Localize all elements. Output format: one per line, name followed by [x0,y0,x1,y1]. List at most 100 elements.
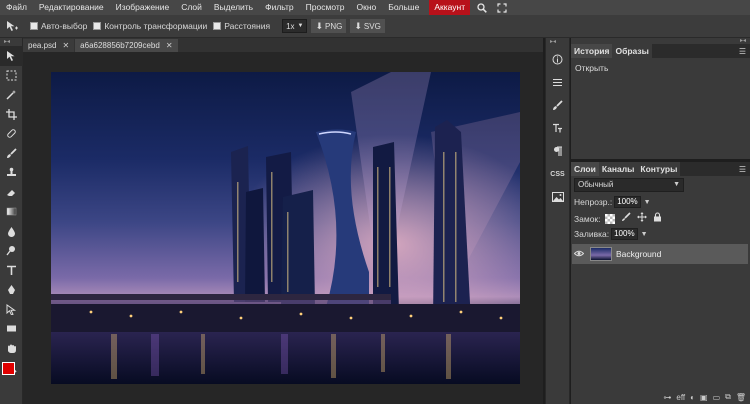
close-icon[interactable]: ✕ [62,41,69,50]
export-png-label: PNG [325,21,343,31]
paragraph-icon[interactable] [546,141,569,161]
tab-label: pea.psd [28,41,57,50]
close-icon[interactable]: ✕ [166,41,173,50]
tab-pea-psd[interactable]: pea.psd ✕ [23,39,75,52]
menu-select[interactable]: Выделить [208,0,259,15]
healing-brush-icon[interactable] [0,124,23,144]
tab-layers[interactable]: Слои [571,162,599,176]
adjustment-layer-icon[interactable]: ◐ [690,393,695,402]
path-select-icon[interactable] [0,300,23,320]
auto-select-checkbox[interactable] [30,22,38,30]
document-tabs: pea.psd ✕ a6a628856b7209cebd ✕ [23,38,543,52]
collapse-toggle[interactable]: ▸◂ [546,38,569,46]
fill-input[interactable]: 100% [611,228,638,240]
auto-select-option[interactable]: Авто-выбор [30,21,87,31]
blend-mode-select[interactable]: Обычный ▼ [574,178,684,192]
crop-tool-icon[interactable] [0,105,23,125]
history-item-open[interactable]: Открыть [571,58,750,78]
delete-layer-icon[interactable]: 🗑 [736,393,746,402]
lock-position-icon[interactable] [636,212,647,225]
menu-filter[interactable]: Фильтр [259,0,300,15]
account-button[interactable]: Аккаунт [429,0,471,15]
lock-label: Замок: [574,213,601,224]
layer-row-background[interactable]: Background [572,244,748,264]
export-png-button[interactable]: ⬇ PNG [311,19,347,33]
menu-layer[interactable]: Слой [175,0,208,15]
opacity-row: Непрозр.: 100% ▼ [574,196,651,208]
opacity-label: Непрозр.: [574,197,613,207]
scale-select[interactable]: 1x ▼ [282,19,308,33]
lock-row: Замок: [574,212,662,225]
distances-option[interactable]: Расстояния [213,21,270,31]
brush-tool-icon[interactable] [0,144,23,164]
tab-paths[interactable]: Контуры [637,162,681,176]
css-icon[interactable]: CSS [546,164,569,184]
lock-transparency-icon[interactable] [604,213,615,224]
export-svg-label: SVG [363,21,381,31]
brush-settings-icon[interactable] [546,95,569,115]
menu-edit[interactable]: Редактирование [33,0,110,15]
tab-channels[interactable]: Каналы [598,162,638,176]
panel-icons-strip: ▸◂ CSS [545,38,570,404]
visibility-eye-icon[interactable] [572,249,586,259]
character-icon[interactable] [546,118,569,138]
hand-tool-icon[interactable] [0,339,23,359]
canvas-area[interactable] [23,52,543,404]
blur-tool-icon[interactable] [0,222,23,242]
tab-history[interactable]: История [571,44,613,58]
type-tool-icon[interactable] [0,261,23,281]
menu-file[interactable]: Файл [0,0,33,15]
clone-stamp-icon[interactable] [0,163,23,183]
search-icon[interactable] [474,0,490,15]
move-tool-icon[interactable] [0,15,24,38]
dodge-tool-icon[interactable] [0,241,23,261]
export-svg-button[interactable]: ⬇ SVG [350,19,385,33]
menu-window[interactable]: Окно [351,0,383,15]
chevron-down-icon: ▼ [297,23,304,29]
move-tool-icon[interactable] [0,46,23,66]
chevron-down-icon[interactable]: ▼ [644,199,651,206]
panel-menu-icon[interactable]: ☰ [739,47,746,56]
eraser-tool-icon[interactable] [0,183,23,203]
collapse-toggle[interactable]: ▸◂ [740,37,746,44]
image-icon[interactable] [546,187,569,207]
distances-checkbox[interactable] [213,22,222,30]
panel-menu-icon[interactable]: ☰ [739,165,746,174]
marquee-tool-icon[interactable] [0,66,23,86]
gradient-tool-icon[interactable] [0,202,23,222]
menu-more[interactable]: Больше [382,0,425,15]
canvas-image[interactable] [51,72,520,384]
link-layers-icon[interactable]: ⊶ [663,393,671,402]
auto-select-label: Авто-выбор [41,21,88,31]
tab-snapshots[interactable]: Образы [612,44,652,58]
layer-mask-icon[interactable]: ▣ [700,393,708,402]
menu-view[interactable]: Просмотр [300,0,351,15]
options-bar: Авто-выбор Контроль трансформации Рассто… [0,15,750,38]
transform-controls-checkbox[interactable] [93,22,102,30]
magic-wand-icon[interactable] [0,85,23,105]
chevron-down-icon[interactable]: ▼ [641,231,648,238]
scale-value: 1x [286,21,295,31]
adjustments-icon[interactable] [546,72,569,92]
layer-effects-button[interactable]: eff [676,393,685,402]
menu-image[interactable]: Изображение [110,0,176,15]
distances-label: Расстояния [224,21,271,31]
collapse-toggle[interactable]: ▸◂ [0,38,22,46]
download-icon: ⬇ [354,20,362,31]
layer-thumbnail [590,247,612,261]
shape-tool-icon[interactable] [0,319,23,339]
transform-controls-option[interactable]: Контроль трансформации [93,21,207,31]
foreground-color-swatch[interactable] [2,362,15,375]
tab-active-image[interactable]: a6a628856b7209cebd ✕ [75,39,178,52]
lock-pixels-icon[interactable] [621,212,631,225]
fullscreen-icon[interactable] [494,0,510,15]
new-layer-icon[interactable]: ⧉ [725,392,731,402]
lock-all-icon[interactable] [653,212,662,225]
pen-tool-icon[interactable] [0,280,23,300]
opacity-input[interactable]: 100% [614,196,641,208]
new-folder-icon[interactable]: ▭ [713,393,721,402]
info-icon[interactable] [546,49,569,69]
layer-name[interactable]: Background [616,249,661,259]
blend-mode-value: Обычный [578,180,614,189]
chevron-down-icon: ▼ [673,181,680,188]
